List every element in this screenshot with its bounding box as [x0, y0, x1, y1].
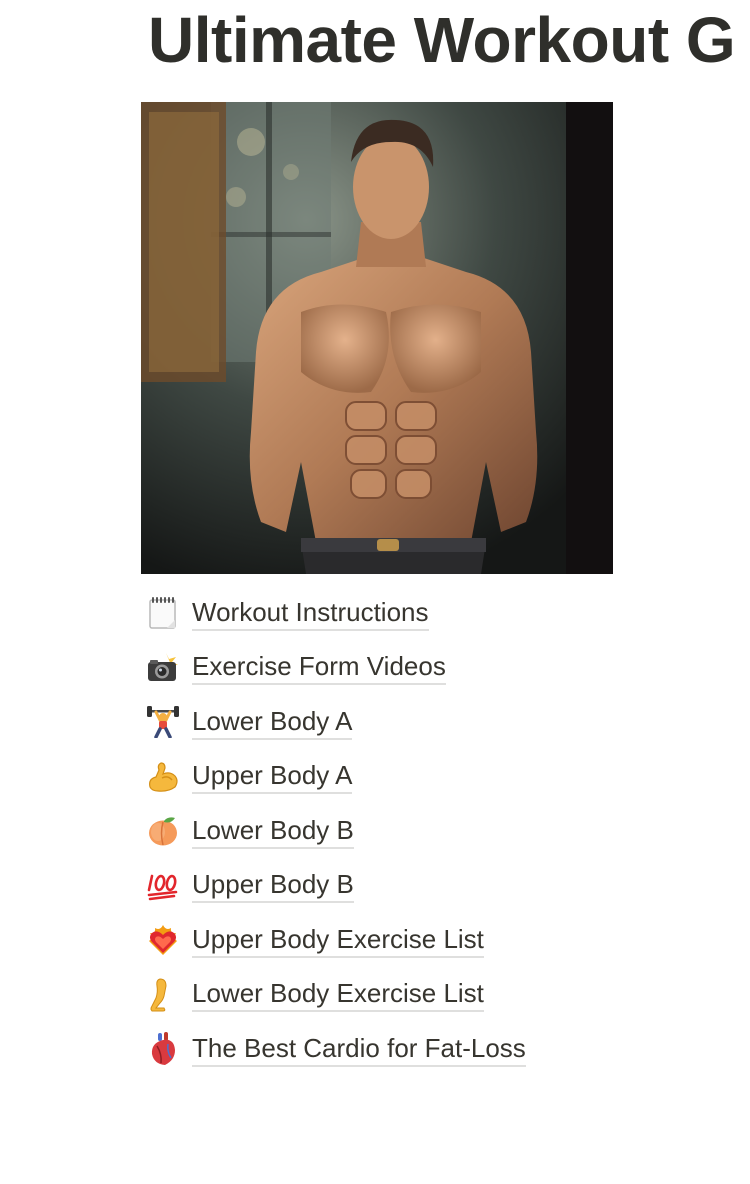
link-exercise-form-videos[interactable]: Exercise Form Videos [145, 641, 526, 696]
link-lower-body-a[interactable]: Lower Body A [145, 695, 526, 750]
link-upper-body-exercise-list[interactable]: Upper Body Exercise List [145, 913, 526, 968]
link-label[interactable]: Upper Body B [192, 868, 354, 904]
flexed-biceps-icon [145, 759, 181, 795]
link-label[interactable]: Exercise Form Videos [192, 650, 446, 686]
link-lower-body-exercise-list[interactable]: Lower Body Exercise List [145, 968, 526, 1023]
camera-flash-icon [145, 650, 181, 686]
link-label[interactable]: Upper Body Exercise List [192, 923, 484, 958]
peach-icon [145, 813, 181, 849]
link-workout-instructions[interactable]: Workout Instructions [145, 586, 526, 641]
link-label[interactable]: Workout Instructions [192, 596, 429, 631]
anatomical-heart-icon [145, 1031, 181, 1067]
page-title: Ultimate Workout G [148, 4, 736, 76]
link-lower-body-b[interactable]: Lower Body B [145, 804, 526, 859]
hundred-points-icon [145, 868, 181, 904]
link-best-cardio-fat-loss[interactable]: The Best Cardio for Fat-Loss [145, 1022, 526, 1077]
heart-on-fire-icon [145, 922, 181, 958]
link-upper-body-b[interactable]: Upper Body B [145, 859, 526, 914]
link-label[interactable]: Lower Body B [192, 814, 354, 849]
leg-icon [145, 977, 181, 1013]
notepad-icon [145, 595, 181, 631]
cover-image [141, 102, 613, 574]
link-label[interactable]: Lower Body A [192, 705, 353, 740]
link-upper-body-a[interactable]: Upper Body A [145, 750, 526, 805]
muscular-man-image [141, 102, 613, 574]
link-label[interactable]: Upper Body A [192, 759, 353, 795]
link-label[interactable]: Lower Body Exercise List [192, 977, 484, 1013]
link-label[interactable]: The Best Cardio for Fat-Loss [192, 1032, 526, 1067]
page-links-list: Workout Instructions Exercise Form Video… [145, 586, 526, 1077]
weightlifter-icon [145, 704, 181, 740]
